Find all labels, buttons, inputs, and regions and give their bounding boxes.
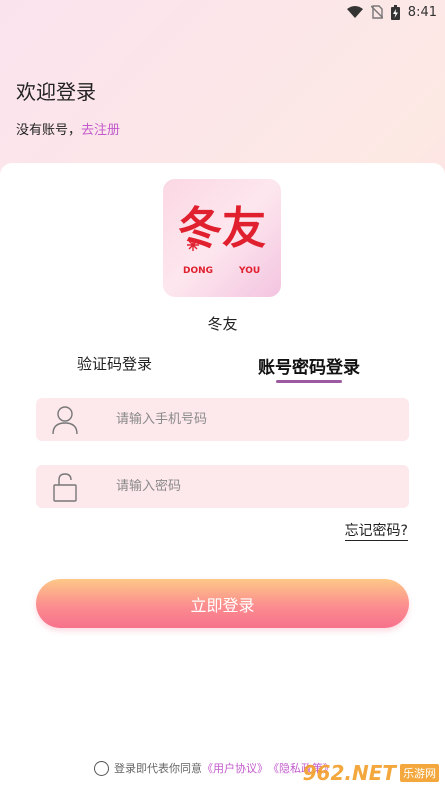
watermark-main: 962.NET [302, 761, 396, 785]
lock-icon [36, 472, 94, 502]
register-link[interactable]: 去注册 [81, 123, 120, 138]
register-prompt-text: 没有账号， [16, 123, 82, 138]
logo-sub-right: YOU [238, 266, 260, 276]
login-card: 冬友 DONG YOU 冬友 验证码登录 账号密码登录 忘记密码? 立即登录 [0, 163, 445, 791]
no-sim-icon [370, 5, 383, 19]
wifi-icon [346, 6, 363, 18]
phone-field[interactable] [36, 398, 409, 441]
logo-sub-left: DONG [183, 266, 213, 276]
agreement-radio[interactable] [94, 760, 109, 776]
active-tab-indicator [276, 380, 342, 383]
tab-password-login-label: 账号密码登录 [258, 358, 360, 378]
agreement-prefix: 登录即代表你同意 [114, 762, 202, 775]
phone-input[interactable] [116, 412, 409, 427]
password-field[interactable] [36, 465, 409, 508]
user-agreement-link[interactable]: 《用户协议》 [202, 760, 268, 776]
forgot-password-link[interactable]: 忘记密码? [344, 523, 408, 541]
login-button[interactable]: 立即登录 [36, 579, 409, 628]
login-tabs: 验证码登录 账号密码登录 [0, 353, 445, 387]
watermark-sub: 乐游网 [400, 764, 439, 782]
app-name: 冬友 [207, 315, 238, 333]
status-bar: 8:41 [0, 0, 445, 24]
register-prompt: 没有账号，去注册 [16, 119, 120, 138]
password-input[interactable] [116, 479, 409, 494]
tab-password-login[interactable]: 账号密码登录 [258, 353, 360, 383]
tab-sms-login[interactable]: 验证码登录 [77, 353, 152, 374]
page-title: 欢迎登录 [16, 80, 96, 104]
app-logo: 冬友 DONG YOU [163, 179, 281, 297]
status-time: 8:41 [407, 4, 437, 20]
watermark: 962.NET 乐游网 [303, 761, 439, 785]
battery-charging-icon [390, 4, 400, 20]
user-icon [36, 405, 94, 435]
agreement-line: 登录即代表你同意 《用户协议》 《隐私政策》 [94, 760, 334, 776]
